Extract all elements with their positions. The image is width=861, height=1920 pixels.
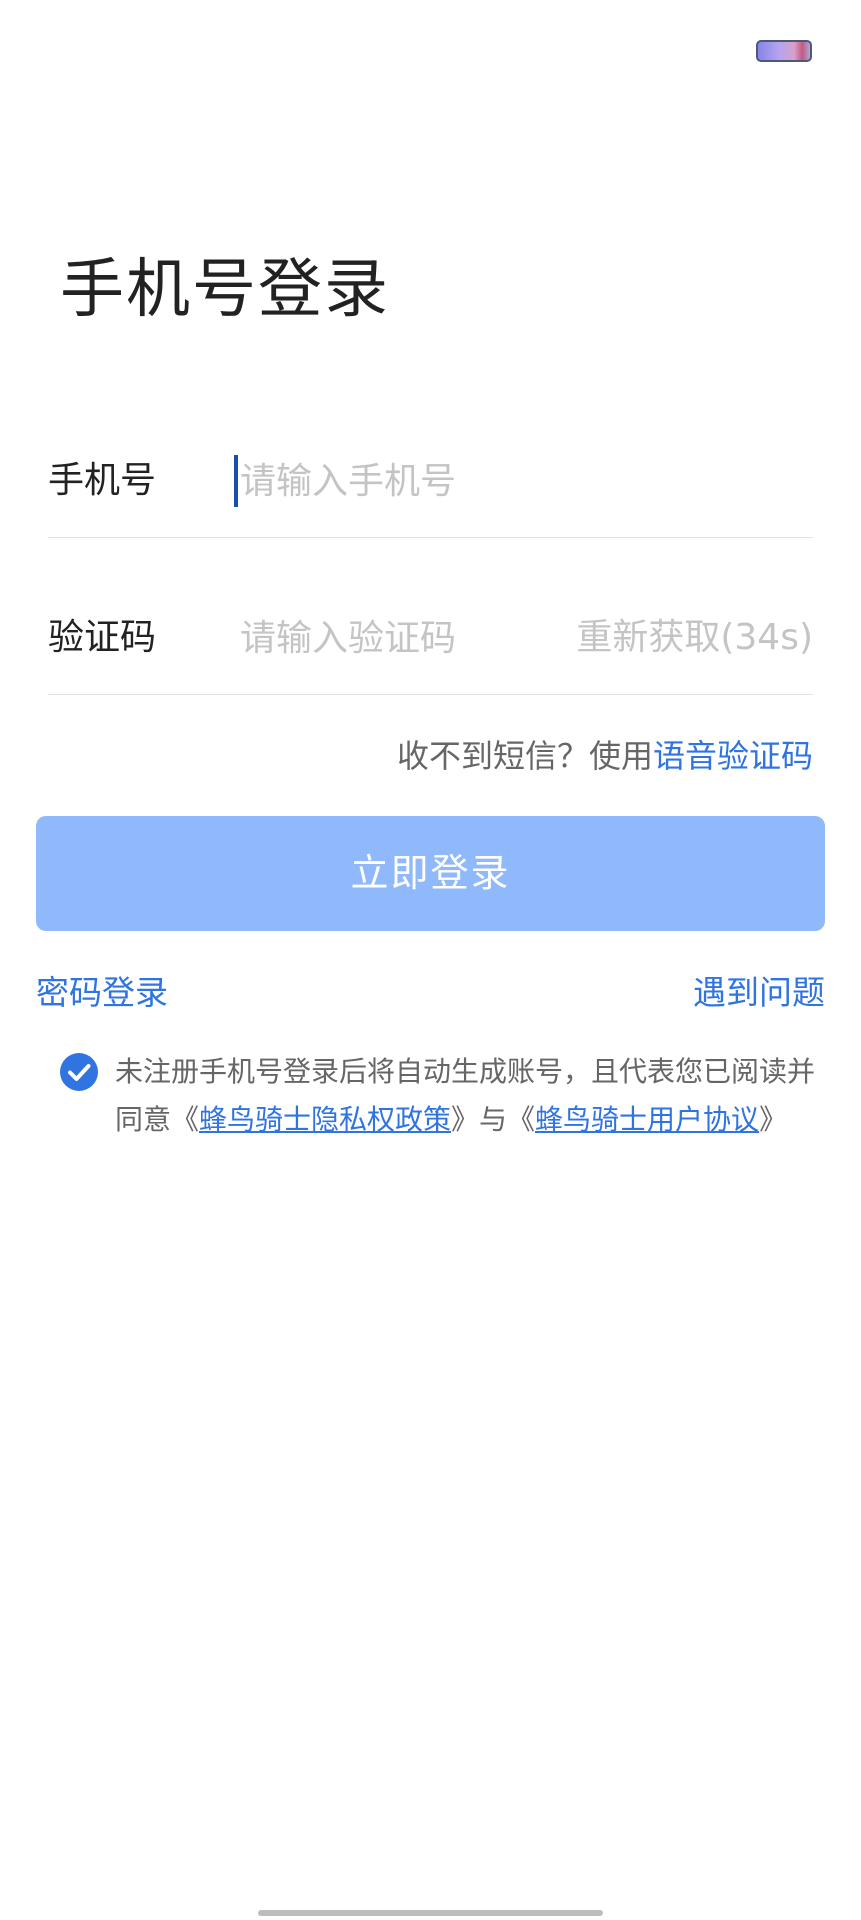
problems-link[interactable]: 遇到问题 [693, 970, 825, 1016]
agreement-text-3: 》 [759, 1103, 788, 1136]
page-title: 手机号登录 [60, 253, 390, 327]
code-label: 验证码 [48, 617, 157, 658]
checkmark-icon [68, 1064, 91, 1081]
agreement-checkbox[interactable] [60, 1053, 98, 1091]
home-indicator[interactable] [258, 1910, 603, 1916]
password-login-link[interactable]: 密码登录 [36, 970, 168, 1016]
phone-input[interactable] [236, 451, 570, 511]
voice-code-link[interactable]: 语音验证码 [653, 737, 813, 775]
privacy-policy-link[interactable]: 蜂鸟骑士隐私权政策 [199, 1103, 451, 1136]
battery-icon [756, 40, 812, 62]
phone-row: 手机号 [48, 433, 813, 538]
agreement-text-2: 》与《 [451, 1103, 536, 1136]
agreement-text: 未注册手机号登录后将自动生成账号，且代表您已阅读并同意《蜂鸟骑士隐私权政策》与《… [115, 1048, 815, 1144]
login-page: 手机号登录 手机号 验证码 重新获取(34s) 收不到短信？使用语音验证码 立即… [0, 0, 861, 1920]
user-agreement-link[interactable]: 蜂鸟骑士用户协议 [535, 1103, 759, 1136]
phone-label: 手机号 [48, 460, 157, 501]
login-button[interactable]: 立即登录 [36, 816, 825, 931]
code-input[interactable] [236, 608, 570, 668]
resend-code-button[interactable]: 重新获取(34s) [576, 613, 813, 663]
sms-help-text: 收不到短信？使用语音验证码 [397, 733, 813, 779]
code-row: 验证码 重新获取(34s) [48, 590, 813, 695]
sms-help-prefix: 收不到短信？使用 [396, 737, 653, 775]
